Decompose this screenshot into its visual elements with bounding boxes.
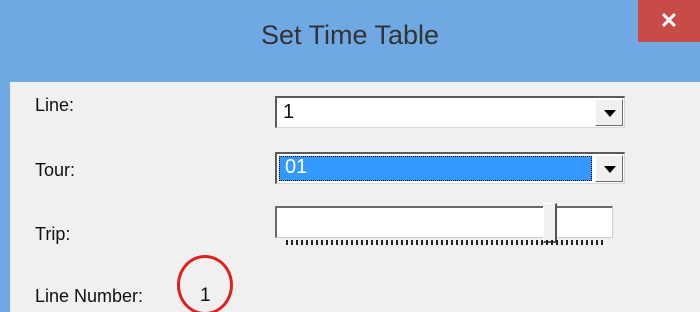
trip-slider-track[interactable] — [275, 206, 613, 238]
title-bar[interactable]: Set Time Table ✕ — [0, 0, 700, 82]
line-number-label: Line Number: — [35, 286, 144, 306]
slider-ticks — [286, 240, 606, 245]
window-title: Set Time Table — [260, 20, 440, 50]
trip-slider-thumb[interactable] — [543, 203, 557, 243]
chevron-down-icon[interactable] — [595, 99, 623, 126]
line-combobox[interactable]: 1 — [275, 96, 625, 128]
selection-highlight — [279, 156, 592, 181]
set-time-table-dialog: Set Time Table ✕ Line: 1 Tour: 01 Trip: … — [0, 0, 700, 312]
highlight-circle — [177, 255, 233, 312]
close-button[interactable]: ✕ — [638, 0, 700, 42]
line-label: Line: — [35, 95, 75, 115]
tour-label: Tour: — [35, 160, 76, 180]
tour-value: 01 — [285, 156, 308, 178]
close-icon: ✕ — [659, 8, 679, 33]
line-value: 1 — [283, 101, 295, 123]
tour-combobox[interactable]: 01 — [275, 152, 625, 184]
trip-label: Trip: — [35, 224, 71, 244]
chevron-down-icon[interactable] — [595, 155, 623, 182]
